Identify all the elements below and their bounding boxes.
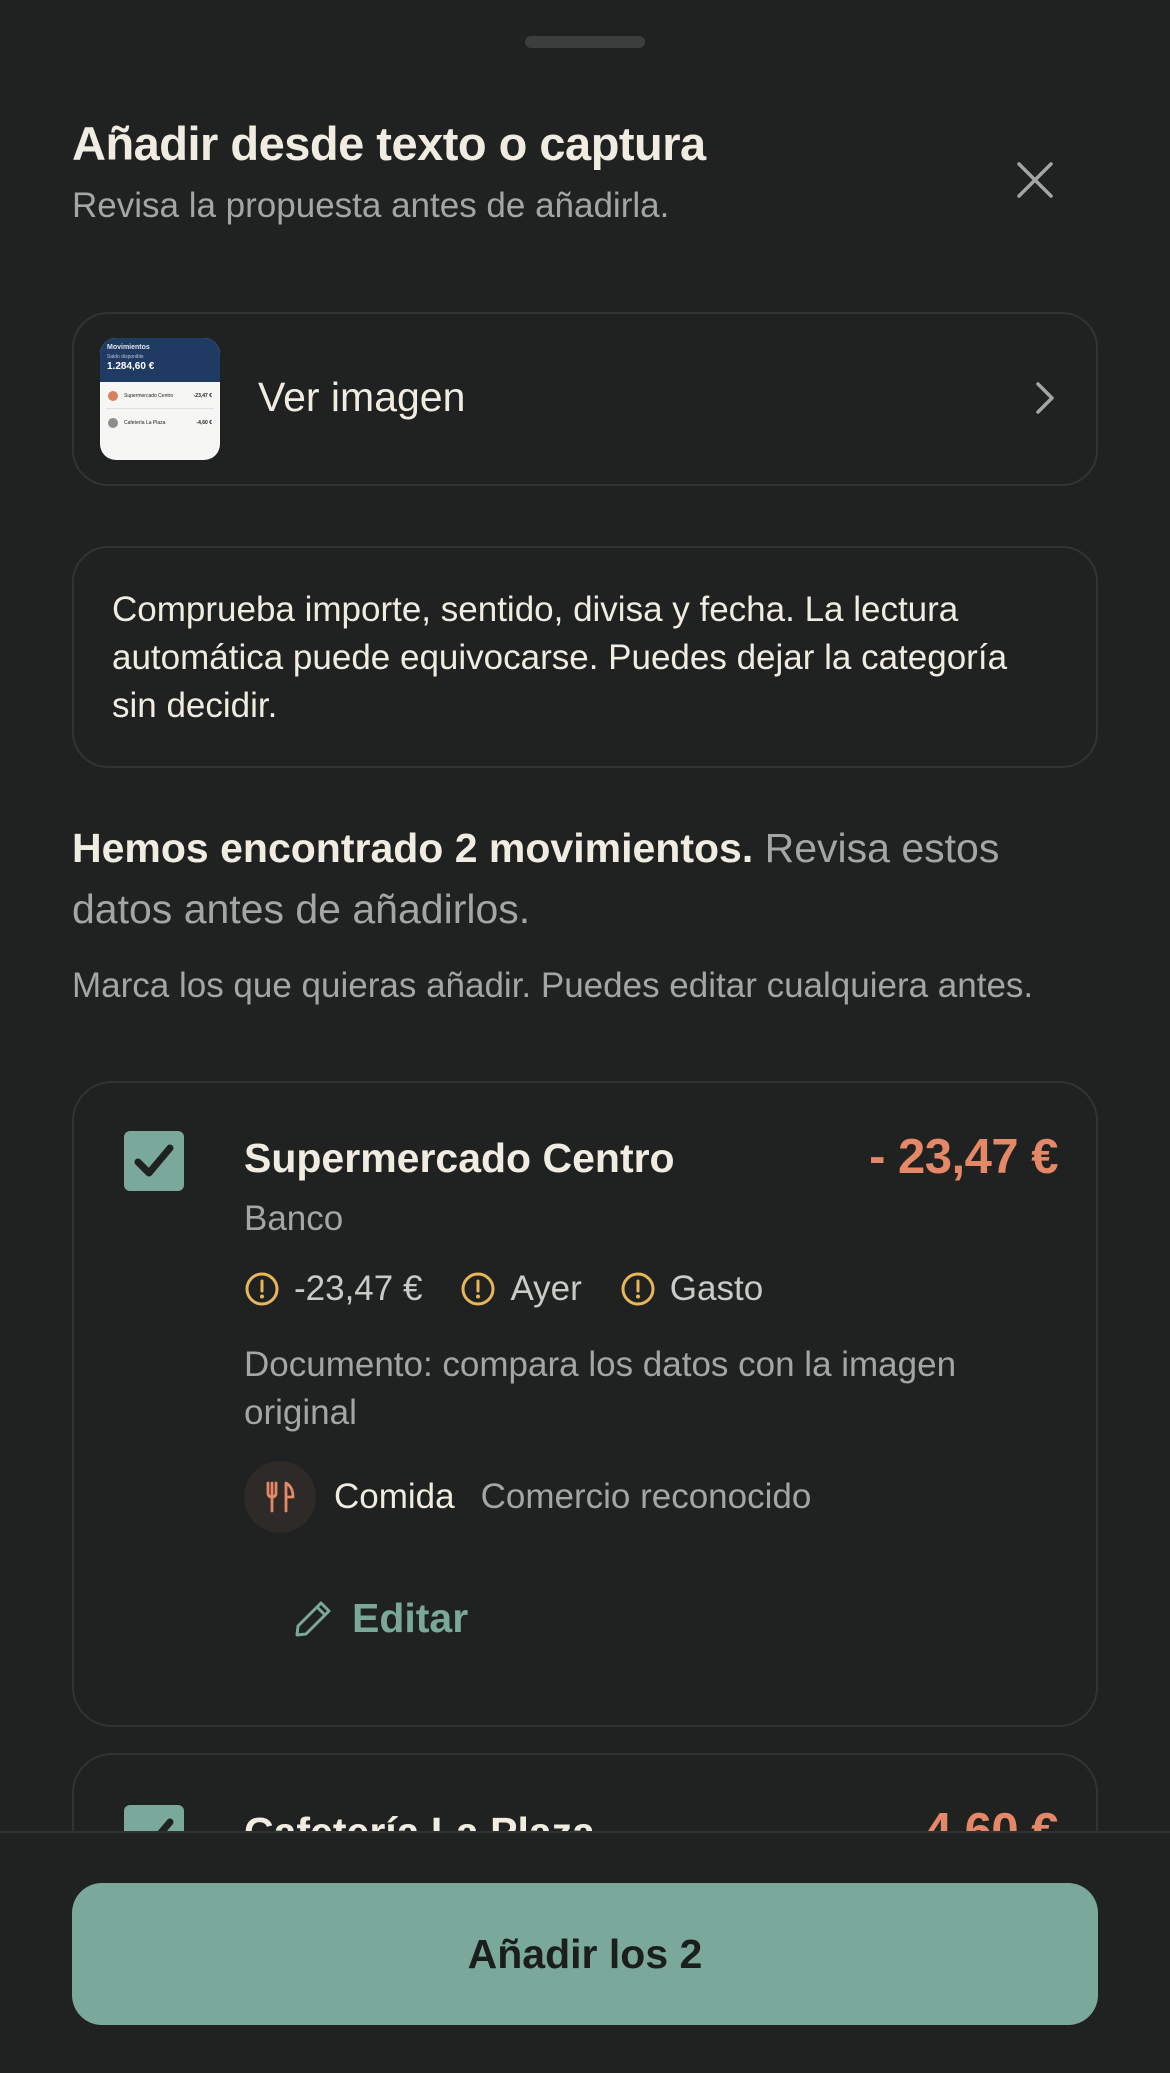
warning-icon — [621, 1272, 655, 1306]
close-icon — [1017, 162, 1053, 198]
sheet-drag-handle[interactable] — [525, 36, 645, 48]
amount-chip-label: -23,47 € — [294, 1269, 423, 1308]
transaction-name: Supermercado Centro — [244, 1135, 675, 1181]
thumbnail-balance: 1.284,60 € — [107, 361, 155, 372]
thumbnail-dot — [108, 391, 118, 401]
pencil-icon — [295, 1601, 331, 1636]
summary-strong: Hemos encontrado 2 movimientos. — [72, 825, 754, 871]
type-chip[interactable]: Gasto — [620, 1269, 763, 1309]
utensils-icon — [244, 1461, 316, 1533]
sheet-title: Añadir desde texto o captura — [72, 117, 706, 170]
checkmark-icon — [134, 1144, 174, 1177]
category-row[interactable]: Comida Comercio reconocido — [244, 1461, 811, 1533]
transaction-field-chips: -23,47 € Ayer Gasto — [244, 1269, 801, 1309]
chevron-right-icon — [1036, 382, 1054, 414]
transaction-amount: - 23,47 € — [869, 1130, 1058, 1184]
warning-icon — [245, 1272, 279, 1306]
thumbnail-divider — [106, 408, 214, 409]
amount-chip[interactable]: -23,47 € — [244, 1269, 422, 1309]
sheet-subtitle: Revisa la propuesta antes de añadirla. — [72, 186, 670, 225]
transaction-checkbox[interactable] — [124, 1131, 184, 1191]
category-name: Comida — [334, 1477, 455, 1516]
thumbnail-row: Supermercado Centro -23,47 € — [100, 384, 220, 408]
edit-button[interactable]: Editar — [292, 1595, 468, 1642]
thumbnail-row-amount: -23,47 € — [193, 393, 212, 399]
transaction-card: Supermercado Centro - 23,47 € Banco -23,… — [72, 1081, 1098, 1727]
thumbnail-row-name: Supermercado Centro — [124, 393, 174, 399]
edit-label: Editar — [352, 1595, 469, 1641]
thumbnail-balance-label: Saldo disponible — [107, 354, 144, 360]
summary-heading: Hemos encontrado 2 movimientos. Revisa e… — [72, 818, 1102, 940]
bottom-sheet: Añadir desde texto o captura Revisa la p… — [0, 0, 1170, 2073]
add-all-label: Añadir los 2 — [467, 1930, 703, 1977]
document-note: Documento: compara los datos con la imag… — [244, 1345, 957, 1432]
warning-icon — [461, 1272, 495, 1306]
image-thumbnail: Movimientos Saldo disponible 1.284,60 € … — [100, 338, 220, 460]
thumbnail-header: Movimientos — [107, 344, 150, 351]
date-chip-label: Ayer — [510, 1269, 582, 1308]
add-all-button[interactable]: Añadir los 2 — [72, 1883, 1098, 2025]
thumbnail-row-name: Cafetería La Plaza — [124, 420, 166, 426]
review-notice: Comprueba importe, sentido, divisa y fec… — [72, 546, 1098, 768]
type-chip-label: Gasto — [669, 1269, 764, 1308]
date-chip[interactable]: Ayer — [460, 1269, 582, 1309]
thumbnail-row-amount: -4,60 € — [196, 420, 212, 426]
thumbnail-row: Cafetería La Plaza -4,60 € — [100, 411, 220, 435]
close-button[interactable] — [1005, 150, 1065, 210]
thumbnail-dot — [108, 418, 118, 428]
view-image-button[interactable]: Movimientos Saldo disponible 1.284,60 € … — [72, 312, 1098, 486]
review-notice-text: Comprueba importe, sentido, divisa y fec… — [112, 590, 1008, 725]
transaction-source: Banco — [244, 1199, 344, 1238]
category-reason: Comercio reconocido — [480, 1477, 812, 1516]
sheet-footer: Añadir los 2 — [0, 1831, 1170, 2073]
view-image-label: Ver imagen — [258, 374, 466, 420]
selection-hint: Marca los que quieras añadir. Puedes edi… — [72, 966, 1034, 1005]
